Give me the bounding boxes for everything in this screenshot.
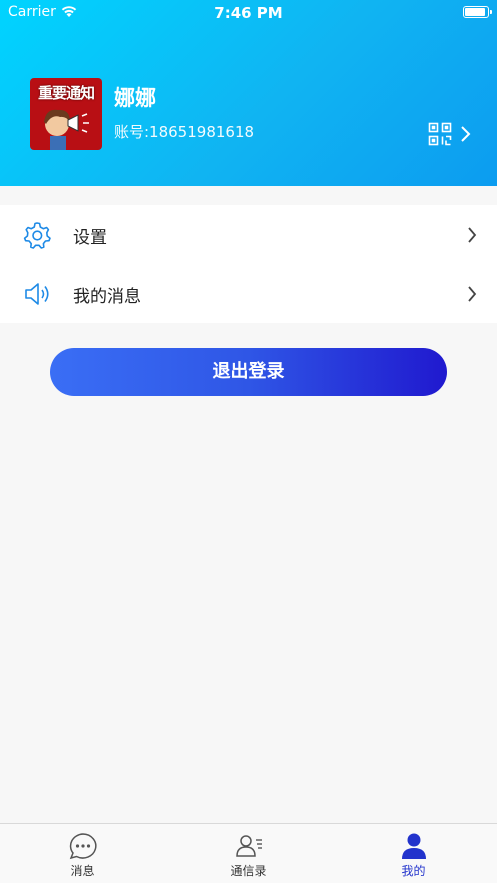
speaker-icon bbox=[25, 283, 49, 305]
tab-label: 我的 bbox=[401, 864, 426, 878]
qr-code-icon[interactable] bbox=[428, 122, 452, 146]
avatar-banner-text: 重要通知 bbox=[37, 84, 95, 102]
chevron-right-icon bbox=[468, 286, 477, 302]
avatar-cartoon-icon bbox=[44, 109, 89, 150]
profile-header: Carrier 7:46 PM 重要通知 娜娜 账号:18651981618 bbox=[0, 0, 497, 186]
tab-mine[interactable]: 我的 bbox=[331, 824, 496, 883]
avatar[interactable]: 重要通知 bbox=[30, 78, 102, 150]
tab-messages[interactable]: 消息 bbox=[0, 824, 165, 883]
tab-bar: 消息 通信录 我的 bbox=[0, 823, 497, 883]
contacts-icon bbox=[235, 835, 262, 857]
profile-account: 账号:18651981618 bbox=[114, 123, 255, 141]
chevron-right-icon[interactable] bbox=[460, 125, 472, 143]
tab-contacts[interactable]: 通信录 bbox=[166, 824, 331, 883]
chevron-right-icon bbox=[468, 227, 477, 243]
logout-button[interactable]: 退出登录 bbox=[50, 348, 447, 396]
status-bar: Carrier 7:46 PM bbox=[0, 0, 497, 26]
battery-fill bbox=[465, 8, 485, 16]
profile-name: 娜娜 bbox=[114, 86, 156, 110]
clock: 7:46 PM bbox=[214, 4, 283, 22]
menu-item-label: 设置 bbox=[73, 228, 107, 248]
menu-item-messages[interactable]: 我的消息 bbox=[0, 264, 497, 323]
battery-icon bbox=[463, 6, 492, 18]
person-icon bbox=[401, 833, 426, 859]
tab-label: 通信录 bbox=[230, 864, 267, 878]
menu-item-label: 我的消息 bbox=[73, 287, 141, 307]
tab-label: 消息 bbox=[70, 864, 95, 878]
gear-icon bbox=[23, 222, 51, 249]
menu-list: 设置 我的消息 bbox=[0, 205, 497, 323]
menu-item-settings[interactable]: 设置 bbox=[0, 205, 497, 264]
chat-bubble-icon bbox=[69, 833, 97, 860]
